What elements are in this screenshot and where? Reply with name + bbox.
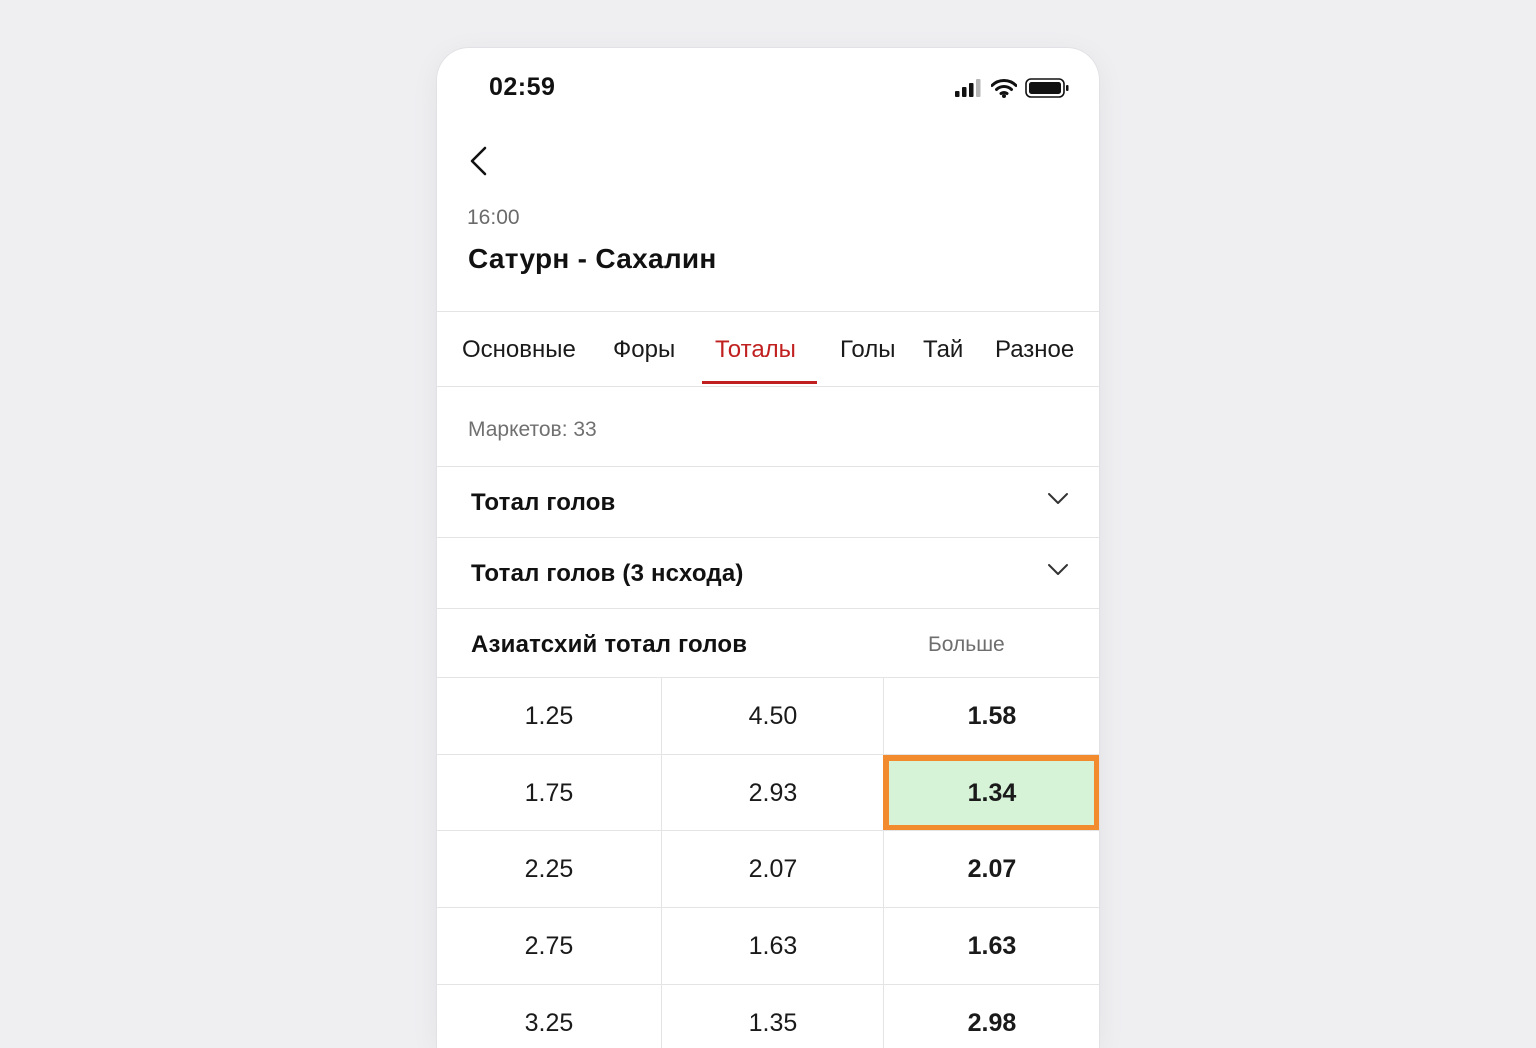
tab-osnovnye[interactable]: Основные <box>462 336 576 364</box>
tab-totaly[interactable]: Тоталы <box>715 336 796 364</box>
battery-icon <box>1025 78 1069 98</box>
column-header-over: Больше <box>928 633 1005 656</box>
tab-fory[interactable]: Форы <box>613 336 675 364</box>
section-asian-total-goals[interactable]: Азиатсхий тотал голов Больше <box>437 608 1099 679</box>
status-time: 02:59 <box>489 73 556 101</box>
table-row: 2.75 1.63 1.63 <box>437 907 1099 985</box>
under-odds-cell[interactable]: 4.50 <box>661 678 884 755</box>
status-bar: 02:59 <box>437 48 1099 128</box>
total-line-cell: 1.25 <box>524 702 574 730</box>
under-odds-cell[interactable]: 2.07 <box>661 831 884 908</box>
phone-screen: 02:59 16:00 Сатурн - Сахалин Основные Фо… <box>437 48 1099 1048</box>
section-title: Тотал голов <box>471 489 616 516</box>
over-odds-cell[interactable]: 2.98 <box>883 985 1099 1048</box>
section-title: Азиатсхий тотал голов <box>471 631 748 658</box>
status-icons <box>955 78 1069 98</box>
wifi-icon <box>991 78 1017 98</box>
total-line-cell: 2.25 <box>524 855 574 883</box>
chevron-left-icon[interactable] <box>463 144 499 180</box>
table-row: 3.25 1.35 2.98 <box>437 984 1099 1048</box>
markets-count: Маркетов: 33 <box>468 418 597 441</box>
market-tabs: Основные Форы Тоталы Голы Тай Разное <box>437 311 1099 387</box>
match-time: 16:00 <box>467 206 520 229</box>
tab-raznoe[interactable]: Разное <box>995 336 1074 364</box>
under-odds-cell[interactable]: 1.35 <box>661 985 884 1048</box>
under-odds-cell[interactable]: 2.93 <box>661 755 884 831</box>
tab-tai[interactable]: Тай <box>923 336 963 364</box>
signal-icon <box>955 79 981 97</box>
section-title: Тотал голов (3 нсхода) <box>471 560 744 587</box>
table-row: 1.25 4.50 1.58 <box>437 677 1099 755</box>
section-total-goals[interactable]: Тотал голов <box>437 466 1099 537</box>
chevron-down-icon <box>1048 493 1068 504</box>
over-odds-cell-selected[interactable]: 1.34 <box>883 755 1099 831</box>
table-row: 1.75 2.93 1.34 <box>437 754 1099 831</box>
section-total-goals-3way[interactable]: Тотал голов (3 нсхода) <box>437 537 1099 608</box>
active-tab-indicator <box>702 381 817 384</box>
total-line-cell: 1.75 <box>524 778 574 807</box>
over-odds-cell[interactable]: 2.07 <box>883 831 1099 908</box>
match-title: Сатурн - Сахалин <box>468 243 717 274</box>
over-odds-cell[interactable]: 1.63 <box>883 908 1099 985</box>
total-line-cell: 3.25 <box>524 1009 574 1037</box>
tab-goly[interactable]: Голы <box>840 336 895 364</box>
table-row: 2.25 2.07 2.07 <box>437 830 1099 908</box>
total-line-cell: 2.75 <box>524 932 574 960</box>
under-odds-cell[interactable]: 1.63 <box>661 908 884 985</box>
chevron-down-icon <box>1048 564 1068 575</box>
over-odds-cell[interactable]: 1.58 <box>883 678 1099 755</box>
